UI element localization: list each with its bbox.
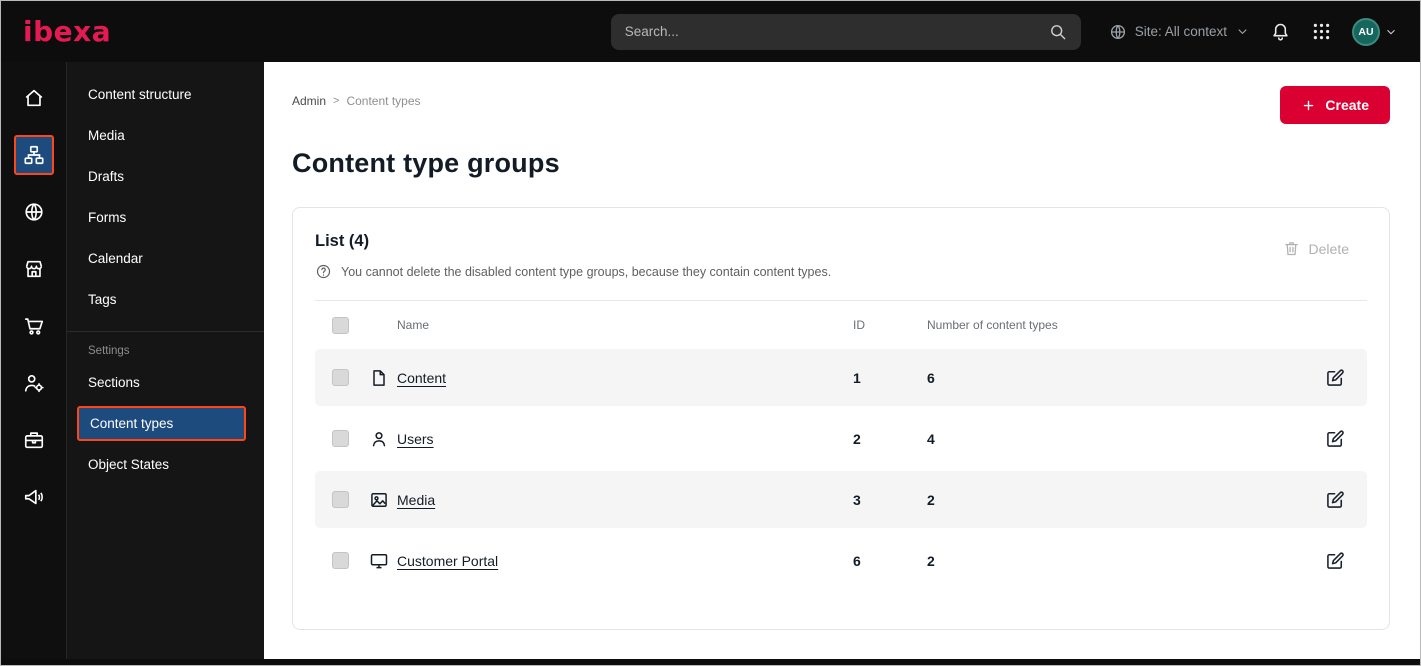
list-heading: List (4) (315, 232, 370, 250)
sidebar-item-forms[interactable]: Forms (67, 197, 264, 238)
ibexa-logo[interactable]: ibexa (23, 17, 111, 46)
row-count: 2 (927, 552, 935, 569)
table-header: Name ID Number of content types (315, 301, 1367, 349)
delete-button-label: Delete (1308, 240, 1349, 257)
card-header: List (4) You cannot delete the disabled … (315, 232, 1367, 280)
row-checkbox[interactable] (332, 369, 349, 386)
chevron-down-icon (1384, 25, 1398, 39)
topbar: ibexa Site: All context (1, 1, 1420, 62)
row-id: 1 (853, 369, 861, 386)
column-header-count: Number of content types (927, 318, 1058, 332)
group-link-content[interactable]: Content (397, 370, 446, 386)
sidebar-item-sections[interactable]: Sections (67, 362, 264, 403)
main-header: Admin > Content types Create (292, 86, 1390, 124)
sidebar: Content structure Media Drafts Forms Cal… (66, 62, 264, 659)
sidebar-item-object-states[interactable]: Object States (67, 444, 264, 485)
sidebar-item-content-types[interactable]: Content types (77, 406, 246, 441)
select-all-checkbox[interactable] (332, 316, 349, 334)
column-header-name: Name (397, 318, 430, 332)
notifications-bell-icon[interactable] (1270, 21, 1291, 42)
delete-button[interactable]: Delete (1283, 240, 1349, 257)
plus-icon (1304, 100, 1314, 110)
store-icon[interactable] (14, 249, 54, 289)
user-menu[interactable]: AU (1352, 17, 1398, 46)
row-count: 4 (927, 430, 935, 447)
global-search[interactable] (610, 13, 1081, 50)
edit-icon[interactable] (1325, 429, 1345, 449)
row-count: 2 (927, 491, 935, 508)
row-id: 3 (853, 491, 861, 508)
table-row: Media 3 2 (315, 471, 1367, 528)
sidebar-item-tags[interactable]: Tags (67, 279, 264, 320)
search-input[interactable] (624, 24, 1048, 39)
app-body: Content structure Media Drafts Forms Cal… (1, 62, 1420, 659)
page-title: Content type groups (292, 148, 560, 178)
edit-icon[interactable] (1325, 490, 1345, 510)
group-link-customer-portal[interactable]: Customer Portal (397, 553, 498, 569)
table-row: Customer Portal 6 2 (315, 532, 1367, 589)
edit-icon[interactable] (1325, 368, 1345, 388)
create-button[interactable]: Create (1280, 86, 1390, 124)
trash-icon (1284, 242, 1298, 256)
breadcrumb: Admin > Content types (292, 94, 421, 108)
topbar-right-cluster: Site: All context AU (1109, 17, 1398, 46)
row-checkbox[interactable] (332, 491, 349, 508)
customers-icon[interactable] (14, 363, 54, 403)
sidebar-item-drafts[interactable]: Drafts (67, 156, 264, 197)
content-structure-icon[interactable] (13, 135, 54, 175)
breadcrumb-current: Content types (346, 94, 421, 108)
create-button-label: Create (1325, 97, 1369, 113)
info-text: You cannot delete the disabled content t… (341, 264, 832, 279)
user-icon (369, 429, 389, 449)
monitor-icon (369, 551, 389, 571)
site-globe-icon[interactable] (14, 192, 54, 232)
avatar[interactable]: AU (1352, 17, 1380, 46)
table-row: Users 2 4 (315, 410, 1367, 467)
media-image-icon (369, 490, 389, 510)
cart-icon[interactable] (14, 306, 54, 346)
chevron-down-icon (1235, 24, 1250, 39)
group-link-users[interactable]: Users (397, 431, 434, 447)
group-link-media[interactable]: Media (397, 492, 435, 508)
catalog-toolbox-icon[interactable] (14, 420, 54, 460)
home-icon[interactable] (14, 78, 54, 118)
icon-rail (1, 62, 66, 659)
row-count: 6 (927, 369, 935, 386)
table-row: Content 1 6 (315, 349, 1367, 406)
card-header-left: List (4) You cannot delete the disabled … (315, 232, 831, 280)
column-header-id: ID (853, 318, 865, 332)
row-checkbox[interactable] (332, 430, 349, 447)
row-id: 2 (853, 430, 861, 447)
globe-icon (1109, 23, 1127, 41)
site-context-selector[interactable]: Site: All context (1109, 23, 1250, 41)
help-question-icon (315, 263, 332, 280)
row-checkbox[interactable] (332, 552, 349, 569)
info-row: You cannot delete the disabled content t… (315, 263, 831, 280)
row-id: 6 (853, 552, 861, 569)
sidebar-item-calendar[interactable]: Calendar (67, 238, 264, 279)
sidebar-settings-label: Settings (88, 345, 130, 357)
main-content: Admin > Content types Create Content typ… (264, 62, 1420, 659)
breadcrumb-separator: > (333, 95, 340, 107)
app-grid-icon[interactable] (1311, 21, 1332, 42)
content-file-icon (369, 368, 389, 388)
sidebar-item-media[interactable]: Media (67, 115, 264, 156)
sidebar-item-content-structure[interactable]: Content structure (67, 74, 264, 115)
app-window: ibexa Site: All context (0, 0, 1421, 666)
site-context-label: Site: All context (1134, 24, 1227, 39)
bottom-edge (1, 659, 1420, 665)
content-type-groups-card: List (4) You cannot delete the disabled … (292, 207, 1390, 630)
breadcrumb-admin[interactable]: Admin (292, 94, 326, 108)
marketing-megaphone-icon[interactable] (14, 477, 54, 517)
search-icon[interactable] (1048, 22, 1067, 41)
edit-icon[interactable] (1325, 551, 1345, 571)
